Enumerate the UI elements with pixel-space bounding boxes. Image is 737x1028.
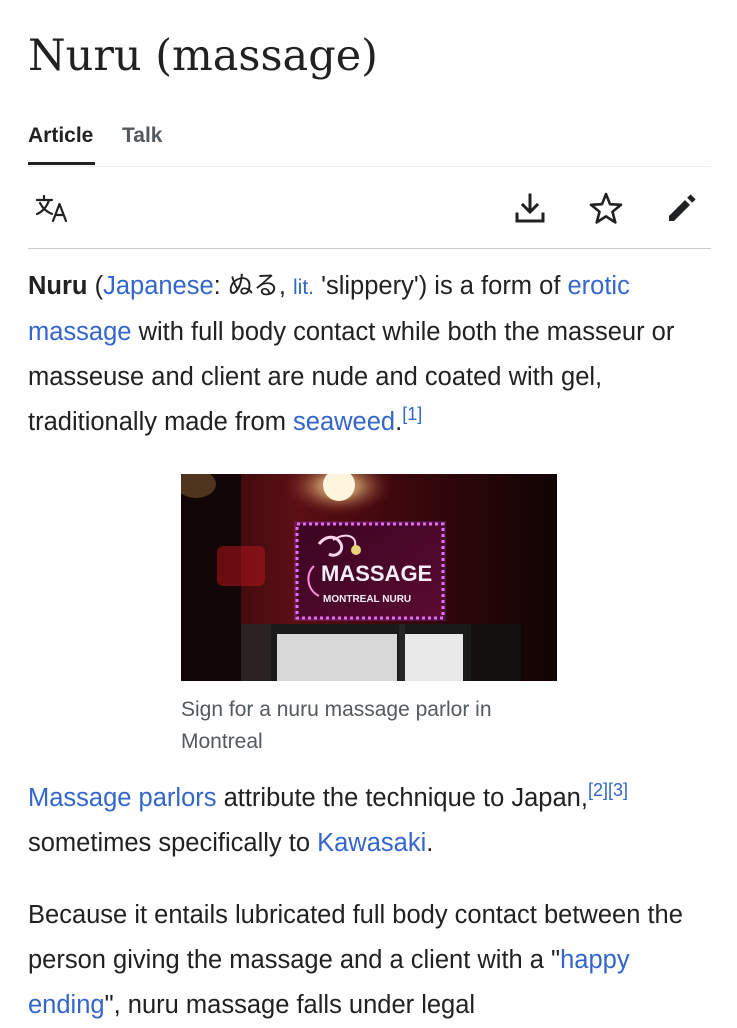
text: ", nuru massage falls under legal [104,991,476,1019]
literally-link[interactable]: lit. [293,276,314,299]
sign-main-text: MASSAGE [321,561,432,586]
text: sometimes specifically to [28,829,318,857]
download-icon [515,193,545,223]
figure: MASSAGE MONTREAL NURU Sign for a nuru ma… [181,474,557,758]
japanese-term: ぬる, [227,272,294,300]
tab-article[interactable]: Article [28,124,96,165]
massage-parlors-link[interactable]: Massage parlors [28,784,217,812]
paragraph-2: Massage parlors attribute the technique … [28,776,718,866]
intro-paragraph: Nuru (Japanese: ぬる, lit. 'slippery') is … [28,264,718,445]
term-bold: Nuru [28,272,88,300]
page-tabs: Article Talk [28,118,711,167]
japanese-link[interactable]: Japanese [103,272,214,300]
text: 'slippery') is a form of [314,272,568,300]
page-actions-toolbar [28,166,711,249]
tab-talk[interactable]: Talk [122,124,162,148]
star-icon [589,192,623,224]
massage-sign-photo: MASSAGE MONTREAL NURU [181,474,557,681]
reference-3-link[interactable]: [3] [608,780,628,800]
text: : [213,272,228,300]
edit-pencil-icon [669,194,696,221]
figure-caption: Sign for a nuru massage parlor in Montre… [181,698,492,753]
seaweed-link[interactable]: seaweed [293,408,395,436]
download-button[interactable] [512,190,548,226]
reference-2-link[interactable]: [2] [588,780,608,800]
paragraph-3: Because it entails lubricated full body … [28,893,718,1028]
kawasaki-link[interactable]: Kawasaki [317,829,426,857]
edit-button[interactable] [664,190,700,226]
text: attribute the technique to Japan, [216,784,588,812]
reference-1-link[interactable]: [1] [402,404,422,424]
page-title: Nuru (massage) [28,31,378,81]
article-page: Nuru (massage) Article Talk Nuru (Japane… [0,0,737,1024]
watch-star-button[interactable] [588,190,624,226]
figure-image[interactable]: MASSAGE MONTREAL NURU [181,474,557,681]
text: . [426,829,434,857]
text: ( [87,272,104,300]
translate-icon [35,194,68,223]
sign-sub-text: MONTREAL NURU [323,594,411,605]
language-button[interactable] [34,190,70,226]
